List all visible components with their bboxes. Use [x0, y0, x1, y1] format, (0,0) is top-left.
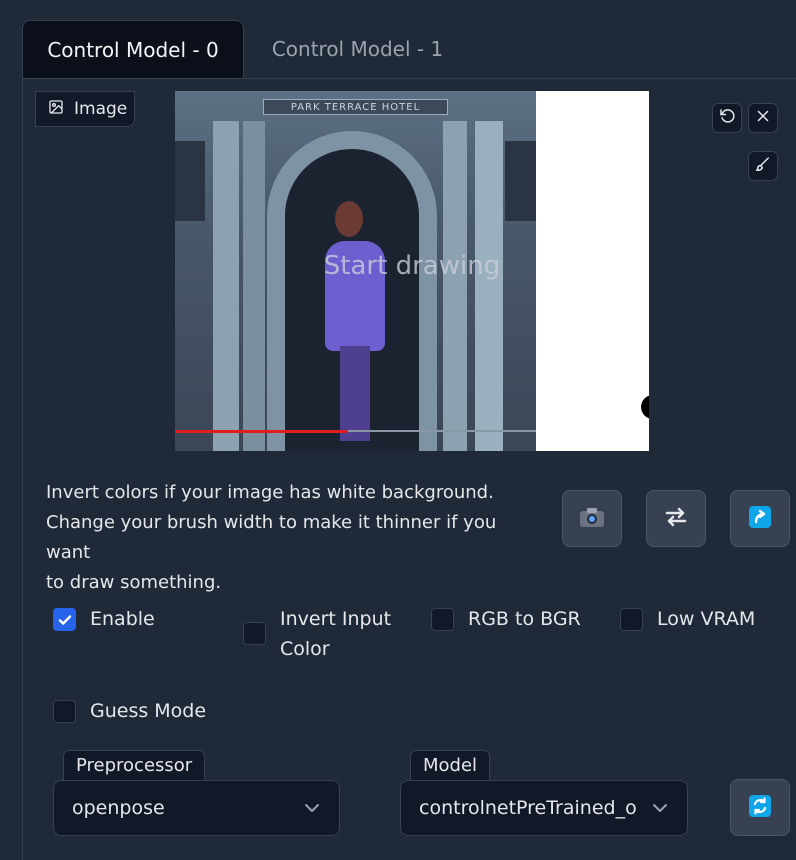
rgb-to-bgr-checkbox[interactable]: RGB to BGR	[431, 604, 581, 634]
invert-input-color-checkbox[interactable]: Invert Input Color	[243, 604, 403, 664]
swap-icon	[664, 506, 688, 532]
image-icon	[48, 99, 64, 120]
invert-input-color-box[interactable]	[243, 622, 266, 645]
tab-control-model-1[interactable]: Control Model - 1	[250, 20, 465, 78]
camera-icon	[579, 506, 605, 532]
model-value: controlnetPreTrained_o	[419, 797, 637, 819]
undo-button[interactable]	[712, 103, 742, 133]
low-vram-checkbox[interactable]: Low VRAM	[620, 604, 755, 634]
instruction-line-1: Invert colors if your image has white ba…	[46, 482, 494, 503]
instruction-line-2: Change your brush width to make it thinn…	[46, 512, 497, 563]
brush-cursor	[641, 395, 649, 419]
enable-checkbox[interactable]: Enable	[53, 604, 155, 634]
guess-mode-label: Guess Mode	[90, 700, 207, 722]
video-progress-fill	[175, 430, 349, 433]
preprocessor-label: Preprocessor	[63, 750, 206, 780]
low-vram-label: Low VRAM	[657, 608, 756, 630]
low-vram-box[interactable]	[620, 608, 643, 631]
rgb-to-bgr-label: RGB to BGR	[468, 608, 581, 630]
chevron-down-icon	[651, 799, 669, 817]
brush-icon	[754, 155, 772, 177]
brush-width-button[interactable]	[748, 151, 778, 181]
enable-checkbox-box[interactable]	[53, 608, 76, 631]
preprocessor-select[interactable]: openpose	[53, 780, 340, 836]
tab-control-model-0[interactable]: Control Model - 0	[22, 20, 244, 78]
refresh-icon	[748, 794, 772, 822]
swap-button[interactable]	[646, 490, 706, 547]
refresh-models-button[interactable]	[730, 779, 790, 836]
canvas-hint: Start drawing	[323, 251, 501, 281]
send-icon	[748, 505, 772, 533]
instruction-line-3: to draw something.	[46, 572, 222, 593]
undo-icon	[718, 107, 736, 129]
model-label: Model	[410, 750, 491, 780]
image-label-text: Image	[74, 99, 128, 119]
model-select[interactable]: controlnetPreTrained_o	[400, 780, 688, 836]
guess-mode-checkbox[interactable]: Guess Mode	[53, 696, 206, 726]
preprocessor-value: openpose	[72, 797, 165, 819]
instructions: Invert colors if your image has white ba…	[46, 478, 546, 598]
enable-label: Enable	[90, 608, 155, 630]
send-dimensions-button[interactable]	[730, 490, 790, 547]
image-label: Image	[35, 91, 135, 127]
rgb-to-bgr-box[interactable]	[431, 608, 454, 631]
close-icon	[754, 107, 772, 129]
guess-mode-box[interactable]	[53, 700, 76, 723]
webcam-button[interactable]	[562, 490, 622, 547]
clear-button[interactable]	[748, 103, 778, 133]
chevron-down-icon	[303, 799, 321, 817]
invert-input-color-label: Invert Input Color	[280, 608, 392, 660]
photo-sign: PARK TERRACE HOTEL	[263, 99, 448, 115]
sketch-canvas[interactable]: PARK TERRACE HOTEL Start drawing	[175, 91, 649, 451]
